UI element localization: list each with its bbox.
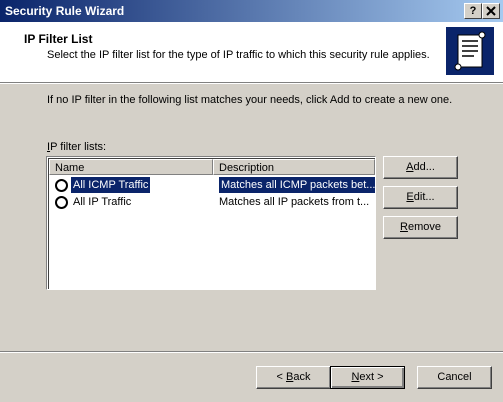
page-title: IP Filter List [24,32,93,46]
list-item[interactable]: All ICMP Traffic Matches all ICMP packet… [49,177,375,193]
page-subtitle: Select the IP filter list for the type o… [47,49,430,61]
window-title: Security Rule Wizard [5,4,125,18]
edit-button[interactable]: Edit... [383,186,458,209]
header-divider [0,83,503,84]
radio-button[interactable] [55,196,68,209]
column-header-name[interactable]: Name [49,159,213,175]
cancel-button[interactable]: Cancel [417,366,492,389]
next-button[interactable]: Next > [330,366,405,389]
title-bar: Security Rule Wizard ? [0,0,503,22]
close-button[interactable] [482,3,500,19]
filter-name: All IP Traffic [73,196,132,208]
wizard-header: IP Filter List Select the IP filter list… [0,22,503,83]
list-item[interactable]: All IP Traffic Matches all IP packets fr… [49,194,375,210]
filter-name: All ICMP Traffic [71,177,151,193]
filter-description: Matches all IP packets from t... [219,196,370,208]
filter-list[interactable]: Name Description All ICMP Traffic Matche… [46,156,376,290]
back-button[interactable]: < Back [256,366,331,389]
instruction-text: If no IP filter in the following list ma… [47,94,453,106]
radio-button[interactable] [55,179,68,192]
close-icon [486,6,496,16]
add-button[interactable]: Add... [383,156,458,179]
remove-button[interactable]: Remove [383,216,458,239]
footer-divider [0,351,503,353]
filter-list-label: IP filter lists: [47,141,107,153]
filter-description: Matches all ICMP packets bet... [219,177,375,193]
column-header-description[interactable]: Description [213,159,375,175]
help-button[interactable]: ? [464,3,482,19]
scroll-icon [446,27,494,75]
